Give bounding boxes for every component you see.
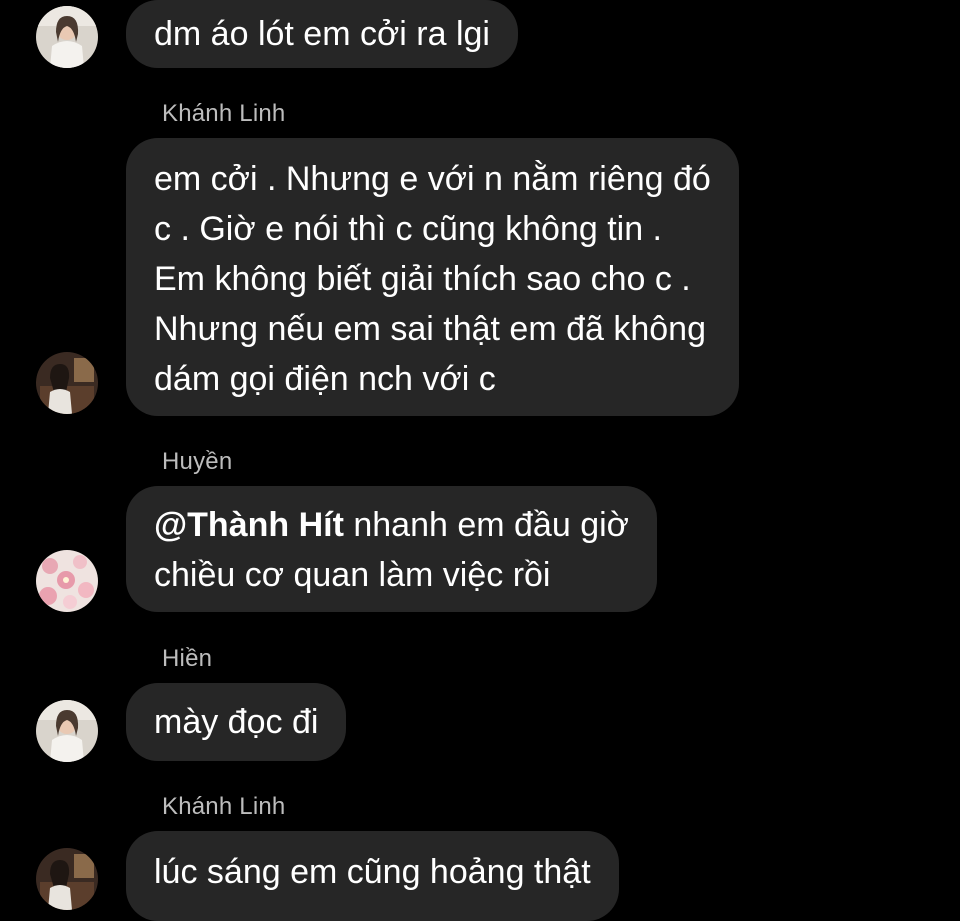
sender-name: Khánh Linh (162, 100, 286, 127)
message-text: mày đọc đi (154, 703, 319, 741)
message-text: dám gọi điện nch với c (154, 360, 496, 398)
message-text: em cởi . Nhưng e với n nằm riêng đó (154, 160, 711, 198)
avatar[interactable] (36, 6, 98, 68)
avatar[interactable] (36, 352, 98, 414)
avatar[interactable] (36, 550, 98, 612)
message-text: Nhưng nếu em sai thật em đã không (154, 310, 706, 348)
avatar-white-shirt-girl-icon (36, 6, 98, 68)
sender-name: Hiền (162, 645, 213, 672)
sender-name: Huyền (162, 448, 233, 475)
avatar-pink-flowers-icon (36, 550, 98, 612)
message-bubble[interactable]: dm áo lót em cởi ra lgi (126, 0, 518, 68)
message-bubble[interactable]: @Thành Hít nhanh em đầu giờ chiều cơ qua… (126, 486, 657, 612)
message-text: dm áo lót em cởi ra lgi (154, 15, 490, 53)
mention-link[interactable]: @Thành Hít (154, 506, 344, 544)
avatar[interactable] (36, 700, 98, 762)
message-bubble[interactable]: lúc sáng em cũng hoảng thật (126, 831, 619, 921)
message-text: nhanh em đầu giờ (343, 506, 629, 544)
message-text: lúc sáng em cũng hoảng thật (154, 853, 591, 891)
message-bubble[interactable]: em cởi . Nhưng e với n nằm riêng đó c . … (126, 138, 739, 416)
avatar-white-shirt-girl-icon (36, 700, 98, 762)
sender-name: Khánh Linh (162, 793, 286, 820)
avatar-girl-dark-room-icon (36, 848, 98, 910)
message-text: Em không biết giải thích sao cho c . (154, 260, 691, 298)
message-bubble[interactable]: mày đọc đi (126, 683, 347, 761)
message-text: c . Giờ e nói thì c cũng không tin . (154, 210, 663, 248)
avatar[interactable] (36, 848, 98, 910)
avatar-girl-dark-room-icon (36, 352, 98, 414)
message-text: chiều cơ quan làm việc rồi (154, 556, 551, 594)
